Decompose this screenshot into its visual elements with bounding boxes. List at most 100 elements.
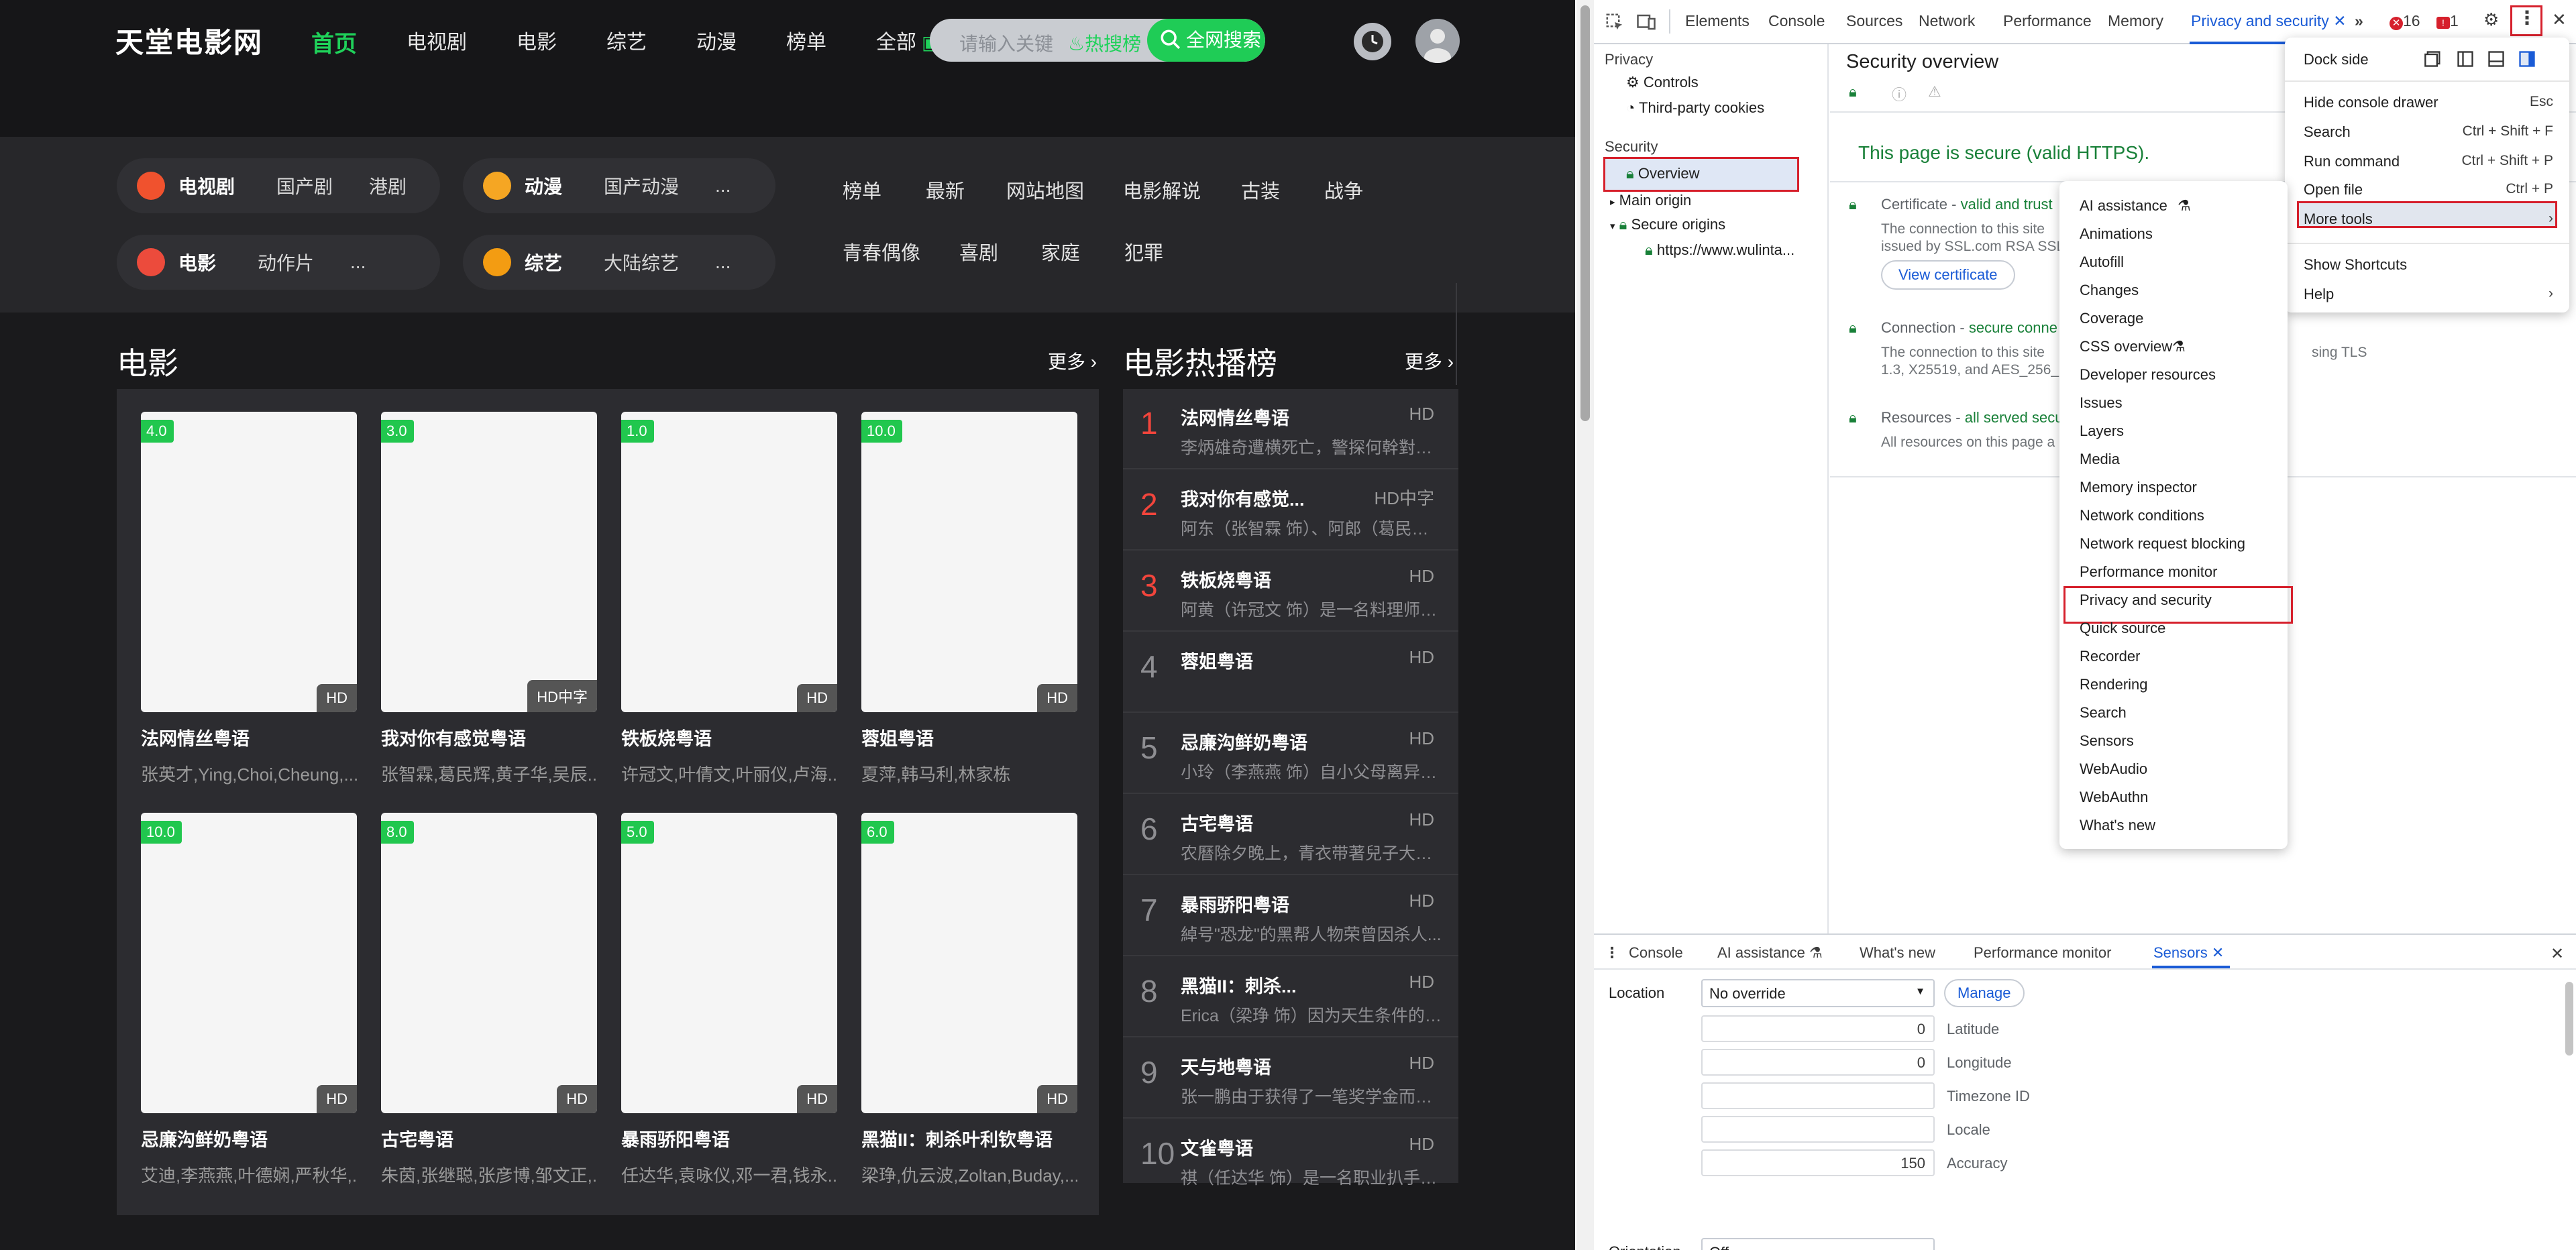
movie-poster[interactable]: 4.0 HD [141,412,357,712]
movie-poster[interactable]: 10.0 HD [861,412,1077,712]
rank-item[interactable]: 8 黑猫II：刺杀... HD Erica（梁琤 饰）因为天生条件的天... [1123,957,1458,1037]
history-clock-icon[interactable] [1354,23,1391,60]
drawer-tab-console[interactable]: Console [1629,944,1683,962]
rank-title[interactable]: 忌廉沟鲜奶粤语 [1181,728,1307,754]
more-tools-item-webauthn[interactable]: WebAuthn [2080,789,2148,806]
drawer-tab-whats-new[interactable]: What's new [1860,944,1935,962]
drawer-tab-performance-monitor[interactable]: Performance monitor [1974,944,2111,962]
tab-network[interactable]: Network [1919,12,1975,30]
tab-sources[interactable]: Sources [1846,12,1902,30]
cat-link[interactable]: 家庭 [1041,237,1080,266]
warning-count[interactable]: ! 1 [2436,12,2459,30]
error-count[interactable]: ✕ 16 [2390,12,2420,30]
more-tools-item-performance-monitor[interactable]: Performance monitor [2080,563,2217,581]
movie-poster[interactable]: 1.0 HD [621,412,837,712]
close-devtools-icon[interactable]: ✕ [2552,9,2567,30]
run-command-item[interactable]: Run command [2304,153,2400,170]
rank-item[interactable]: 5 忌廉沟鲜奶粤语 HD 小玲（李燕燕 饰）自小父母离异，... [1123,714,1458,794]
cat-link[interactable]: 青春偶像 [843,237,920,266]
pill-variety[interactable]: 综艺 大陆综艺 ... [463,235,775,290]
more-tools-item-autofill[interactable]: Autofill [2080,253,2124,271]
dock-bottom-icon[interactable] [2486,50,2506,68]
rank-title[interactable]: 古宅粤语 [1181,809,1253,836]
rank-title[interactable]: 我对你有感觉... [1181,485,1305,511]
sidebar-item-third-party-cookies[interactable]: ◔ Third-party cookies [1626,99,1764,117]
rank-item[interactable]: 9 天与地粤语 HD 张一鹏由于获得了一笔奖学金而到... [1123,1038,1458,1119]
open-file-item[interactable]: Open file [2304,181,2363,198]
movie-title[interactable]: 蓉姐粤语 [861,724,1077,750]
more-tools-item-memory-inspector[interactable]: Memory inspector [2080,479,2197,496]
rank-item[interactable]: 3 铁板烧粤语 HD 阿黄（许冠文 饰）是一名料理师，... [1123,551,1458,632]
locale-input[interactable] [1701,1116,1935,1143]
more-tools-item-coverage[interactable]: Coverage [2080,310,2143,327]
movie-poster[interactable]: 10.0 HD [141,813,357,1113]
undock-icon[interactable] [2423,50,2443,68]
close-drawer-icon[interactable]: ✕ [2551,944,2564,964]
rank-title[interactable]: 铁板烧粤语 [1181,566,1271,592]
more-tools-item-changes[interactable]: Changes [2080,282,2139,299]
movie-title[interactable]: 古宅粤语 [381,1125,597,1151]
movie-card[interactable]: 5.0 HD 暴雨骄阳粤语 任达华,袁咏仪,邓一君,钱永... [621,813,837,1187]
sidebar-item-secure-origins[interactable]: ▾ 🔒︎ Secure origins [1610,216,1725,233]
rank-item[interactable]: 4 蓉姐粤语 HD [1123,632,1458,713]
inspect-element-icon[interactable] [1605,12,1625,32]
drawer-scrollbar[interactable] [2565,982,2573,1056]
drawer-tab-ai-assistance[interactable]: AI assistance ⚗ [1717,944,1823,962]
rank-item[interactable]: 7 暴雨骄阳粤语 HD 綽号"恐龙"的黑帮人物荣曾因杀人... [1123,876,1458,956]
sidebar-item-overview[interactable]: 🔒︎ Overview [1626,165,1700,182]
movie-title[interactable]: 黑猫II：刺杀叶利钦粤语 [861,1125,1077,1151]
cat-link[interactable]: 战争 [1324,176,1363,204]
page-scrollbar[interactable] [1576,0,1594,1250]
more-tools-item-recorder[interactable]: Recorder [2080,648,2140,665]
search-item[interactable]: Search [2304,123,2351,141]
cat-link[interactable]: 榜单 [843,176,881,204]
nav-movie[interactable]: 电影 [517,25,557,58]
more-tools-item-webaudio[interactable]: WebAudio [2080,760,2147,778]
more-tools-item-sensors[interactable]: Sensors [2080,732,2134,750]
scrollbar-thumb[interactable] [1580,5,1590,421]
movie-title[interactable]: 法网情丝粤语 [141,724,357,750]
view-certificate-button[interactable]: View certificate [1881,260,2015,290]
more-tools-item-media[interactable]: Media [2080,451,2120,468]
tab-elements[interactable]: Elements [1685,12,1750,30]
rank-item[interactable]: 10 文雀粤语 HD 祺（任达华 饰）是一名职业扒手，... [1123,1119,1458,1200]
rank-item[interactable]: 1 法网情丝粤语 HD 李炳雄奇遭横死亡，警探何幹對於胡普... [1123,389,1458,469]
movie-card[interactable]: 3.0 HD中字 我对你有感觉粤语 张智霖,葛民辉,黄子华,吴辰... [381,412,597,786]
cat-link[interactable]: 最新 [926,176,965,204]
movies-more-link[interactable]: 更多 › [1048,347,1097,374]
settings-gear-icon[interactable]: ⚙ [2483,9,2499,30]
nav-home[interactable]: 首页 [311,25,357,58]
latitude-input[interactable]: 0 [1701,1015,1935,1042]
tab-console[interactable]: Console [1768,12,1825,30]
dock-right-icon[interactable] [2517,50,2537,68]
nav-tv[interactable]: 电视剧 [407,25,467,58]
cat-link[interactable]: 古装 [1241,176,1280,204]
help-item[interactable]: Help [2304,286,2334,303]
search-input[interactable]: 请输入关键 [959,30,1060,56]
movie-card[interactable]: 4.0 HD 法网情丝粤语 张英才,Ying,Choi,Cheung,... [141,412,357,786]
rank-item[interactable]: 6 古宅粤语 HD 农曆除夕晚上，青衣带著兒子大娃... [1123,795,1458,875]
more-tools-item-animations[interactable]: Animations [2080,225,2153,243]
timezone-input[interactable] [1701,1082,1935,1109]
nav-ranking[interactable]: 榜单 [786,25,826,58]
more-tools-item[interactable]: More tools [2304,211,2373,228]
drawer-menu-kebab-icon[interactable]: ⋮ [1605,944,1619,962]
close-icon[interactable]: ✕ [2212,944,2224,961]
more-tools-item-search[interactable]: Search [2080,704,2127,722]
sidebar-item-origin-url[interactable]: 🔒︎ https://www.wulinta... [1645,241,1794,259]
more-tools-item-what-s-new[interactable]: What's new [2080,817,2155,834]
manage-locations-button[interactable]: Manage [1944,979,2025,1007]
more-tools-item-rendering[interactable]: Rendering [2080,676,2148,693]
location-select[interactable]: No override ▼ [1701,979,1935,1007]
more-tabs-chevron-icon[interactable]: » [2355,12,2363,30]
cat-link[interactable]: 喜剧 [959,237,998,266]
cat-link[interactable]: 犯罪 [1124,237,1163,266]
movie-poster[interactable]: 6.0 HD [861,813,1077,1113]
more-tools-item-issues[interactable]: Issues [2080,394,2123,412]
more-tools-item-ai-assistance[interactable]: AI assistance [2080,197,2167,215]
rank-title[interactable]: 蓉姐粤语 [1181,647,1253,673]
drawer-tab-sensors[interactable]: Sensors ✕ [2153,944,2224,962]
nav-anime[interactable]: 动漫 [696,25,737,58]
cat-link[interactable]: 电影解说 [1123,176,1201,204]
movie-card[interactable]: 6.0 HD 黑猫II：刺杀叶利钦粤语 梁琤,仇云波,Zoltan,Buday,... [861,813,1077,1187]
